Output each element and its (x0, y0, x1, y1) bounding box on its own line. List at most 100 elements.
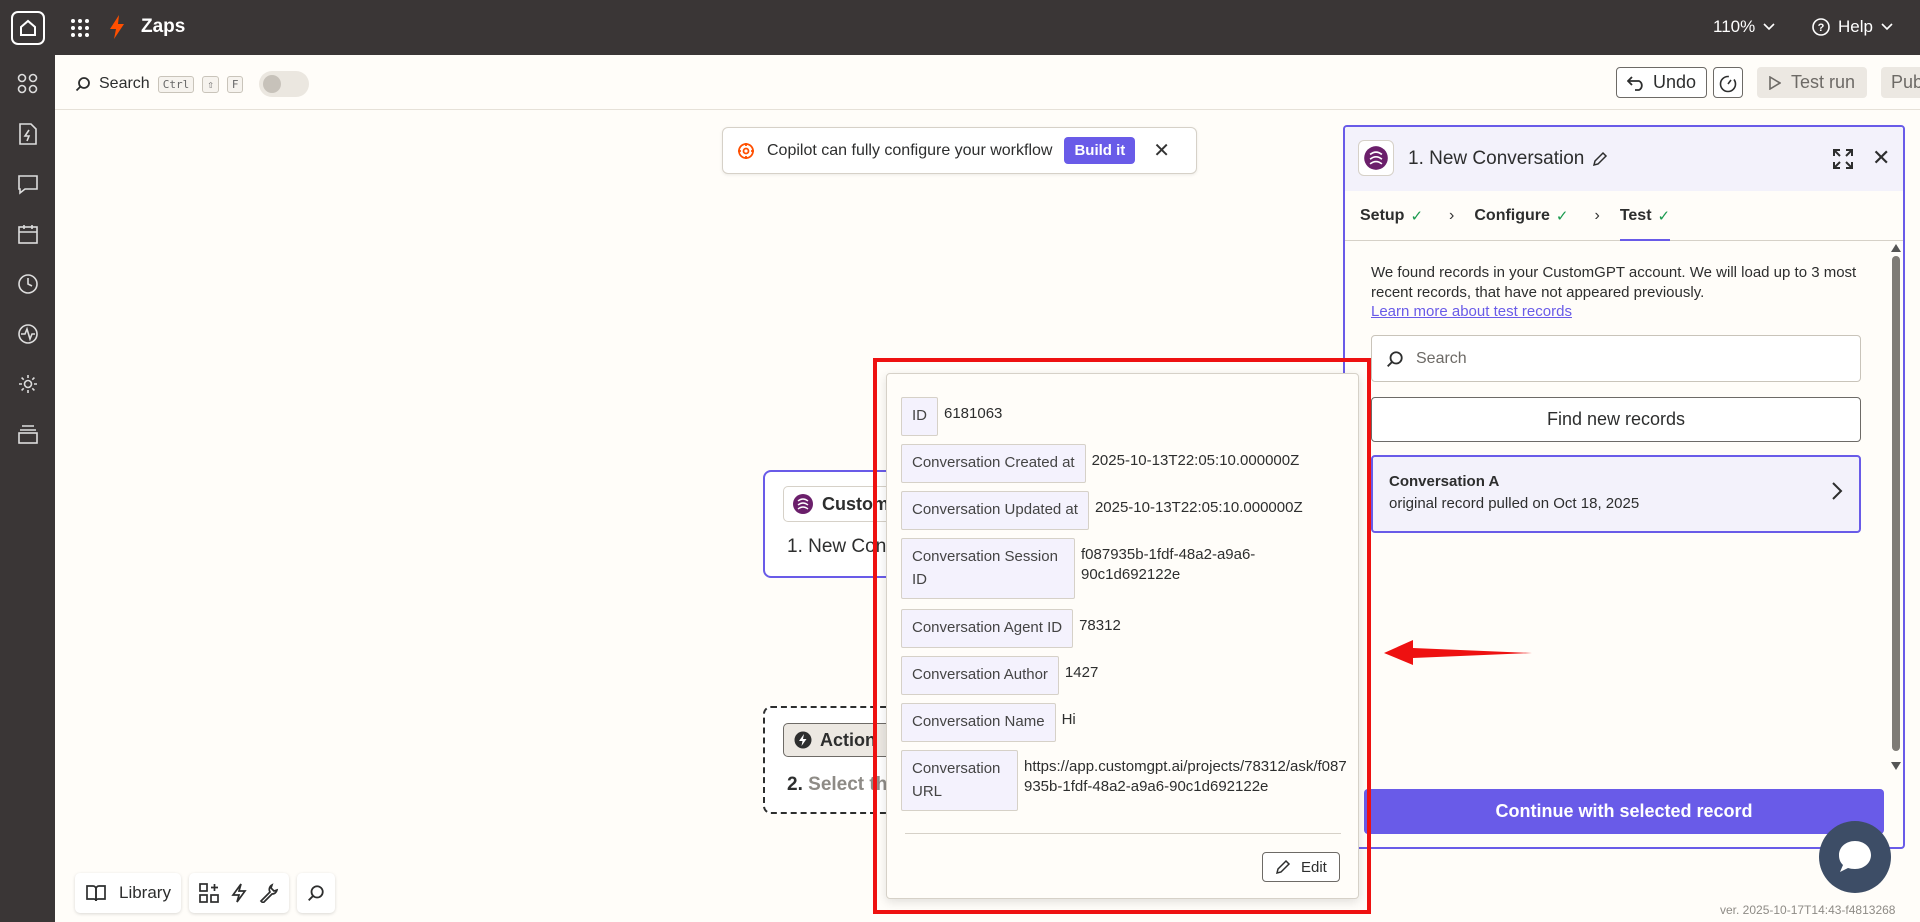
rail-zaps[interactable] (15, 121, 41, 147)
close-icon[interactable]: ✕ (1153, 138, 1170, 163)
pencil-icon[interactable] (1592, 151, 1608, 167)
find-new-records-button[interactable]: Find new records (1371, 397, 1861, 442)
chat-bubble-icon (1839, 841, 1871, 872)
top-bar: Zaps 110% ? Help (0, 0, 1920, 55)
gear-icon (19, 375, 37, 393)
test-run-button[interactable]: Test run (1757, 67, 1868, 98)
apps-icon (17, 73, 38, 94)
chat-support-button[interactable] (1819, 821, 1891, 893)
continue-with-selected-record-button[interactable]: Continue with selected record (1364, 789, 1884, 834)
record-detail-popover: ID 6181063 Conversation Created at 2025-… (886, 373, 1359, 899)
panel-scrollbar[interactable] (1889, 242, 1903, 772)
add-step-icon[interactable] (199, 883, 219, 903)
pencil-icon (1275, 859, 1291, 875)
field-key: Conversation Agent ID (901, 609, 1074, 648)
book-icon (86, 885, 106, 902)
rail-interfaces[interactable] (15, 171, 41, 197)
field-value: 1427 (1064, 664, 1099, 681)
tab-configure[interactable]: Configure ✓ (1474, 191, 1568, 241)
tab-setup[interactable]: Setup ✓ (1360, 191, 1423, 241)
help-dropdown[interactable]: ? Help (1812, 17, 1893, 37)
check-icon: ✓ (1410, 207, 1424, 225)
shortcut-key: F (226, 75, 244, 93)
chevron-right-icon (1832, 482, 1843, 500)
shortcut-key: ⇧ (202, 75, 219, 93)
test-run-label: Test run (1791, 72, 1856, 92)
version-label: ver. 2025-10-17T14:43-f4813268 (1720, 903, 1896, 917)
rail-templates[interactable] (15, 421, 41, 447)
rail-tables[interactable] (15, 221, 41, 247)
history-button[interactable] (1713, 67, 1743, 98)
check-icon: ✓ (1555, 207, 1569, 225)
scroll-down-arrow[interactable] (1891, 762, 1901, 770)
record-field: Conversation Updated at 2025-10-13T22:05… (901, 491, 1303, 530)
rail-settings[interactable] (15, 371, 41, 397)
chevron-down-icon (1881, 23, 1893, 31)
chevron-down-icon (1763, 23, 1775, 31)
learn-more-link[interactable]: Learn more about test records (1371, 303, 1572, 320)
wrench-icon[interactable] (259, 883, 279, 903)
field-value: 2025-10-13T22:05:10.000000Z (1091, 452, 1300, 469)
zap-bolt-icon (108, 15, 126, 43)
home-button[interactable] (11, 11, 45, 45)
record-field: Conversation URL https://app.customgpt.a… (901, 750, 1354, 811)
close-icon[interactable]: ✕ (1872, 145, 1890, 171)
zoom-level: 110% (1713, 17, 1756, 36)
records-search-input[interactable]: Search (1371, 335, 1861, 382)
rail-apps[interactable] (15, 71, 41, 97)
field-value: 6181063 (944, 405, 1003, 422)
scroll-up-arrow[interactable] (1891, 244, 1901, 252)
copilot-sparkle-icon (738, 142, 754, 159)
record-field: Conversation Author 1427 (901, 656, 1098, 695)
chat-icon (18, 175, 38, 195)
panel-tabs: Setup ✓ › Configure ✓ › Test ✓ (1345, 191, 1903, 241)
panel-title[interactable]: 1. New Conversation (1408, 148, 1608, 170)
left-rail (0, 55, 55, 922)
scroll-thumb[interactable] (1892, 256, 1900, 751)
check-icon: ✓ (1657, 207, 1671, 225)
app-icon (1358, 140, 1394, 176)
zoom-dropdown[interactable]: 110% (1713, 17, 1775, 37)
field-value: https://app.customgpt.ai/projects/78312/… (1024, 758, 1347, 795)
publish-label: Publish (1891, 72, 1920, 92)
bottom-toolbar: Library (75, 873, 335, 913)
play-icon (1769, 75, 1781, 90)
tab-test[interactable]: Test ✓ (1619, 191, 1671, 241)
trigger-step-title: 1. New Con (787, 536, 887, 557)
undo-button[interactable]: Undo (1616, 67, 1708, 98)
apps-grid-icon[interactable] (70, 18, 90, 42)
tab-label: Test (1619, 206, 1652, 224)
action-step-number: 2. (787, 774, 803, 795)
timer-icon (1719, 75, 1737, 92)
activity-icon (18, 324, 38, 344)
field-key: Conversation Author (901, 656, 1059, 695)
publish-button[interactable]: Publish (1881, 67, 1920, 98)
help-label: Help (1838, 17, 1873, 36)
canvas-search[interactable]: Search Ctrl ⇧ F (75, 71, 310, 97)
expand-icon[interactable] (1833, 149, 1853, 173)
test-info: We found records in your CustomGPT accou… (1371, 263, 1861, 322)
search-tool-button[interactable] (296, 873, 335, 913)
customgpt-brain-icon (793, 494, 813, 514)
record-subtitle: original record pulled on Oct 18, 2025 (1389, 495, 1640, 512)
field-value: f087935b-1fdf-48a2-a9a6-90c1d692122e (1081, 546, 1256, 583)
trigger-app-name: Custom (822, 493, 889, 514)
toggle-switch[interactable] (259, 71, 310, 97)
panel-title-text: 1. New Conversation (1408, 148, 1585, 169)
build-it-button[interactable]: Build it (1064, 137, 1136, 164)
bolt-icon[interactable] (231, 883, 247, 903)
edit-button[interactable]: Edit (1262, 852, 1340, 882)
search-icon (308, 885, 324, 901)
chevron-right-icon: › (1449, 206, 1455, 224)
clock-icon (18, 274, 38, 294)
action-step-text: Select th (808, 774, 888, 795)
record-card[interactable]: Conversation A original record pulled on… (1371, 455, 1861, 533)
undo-label: Undo (1653, 72, 1697, 92)
app-title[interactable]: Zaps (141, 16, 185, 38)
copilot-banner: Copilot can fully configure your workflo… (722, 127, 1197, 174)
library-button[interactable]: Library (75, 873, 181, 913)
rail-history[interactable] (15, 271, 41, 297)
rail-activity[interactable] (15, 321, 41, 347)
red-arrow-annotation (1384, 640, 1532, 665)
copilot-message: Copilot can fully configure your workflo… (767, 141, 1053, 159)
